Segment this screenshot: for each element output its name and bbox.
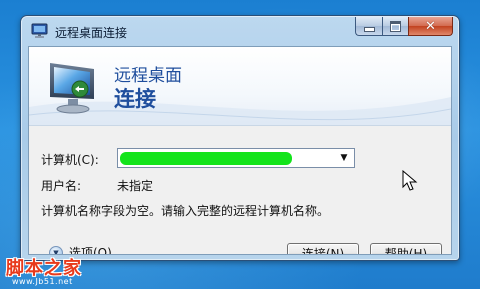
banner: 远程桌面 连接 <box>29 47 451 126</box>
site-watermark: 脚本之家 www.Jb51.net <box>6 254 96 288</box>
status-message: 计算机名称字段为空。请输入完整的远程计算机名称。 <box>41 204 330 218</box>
title-bar[interactable]: 远程桌面连接 ✕ <box>21 16 459 46</box>
computer-value-redacted <box>120 152 292 165</box>
remote-desktop-app-icon <box>31 23 48 38</box>
remote-desktop-monitor-icon <box>50 63 94 114</box>
caption-buttons: ✕ <box>355 17 453 36</box>
dialog-client-area: 远程桌面 连接 计算机(C): ▼ 用户名: 未指定 计算机名称字段为空。请输入… <box>28 46 452 255</box>
remote-desktop-window: 远程桌面连接 ✕ 远程桌面 连接 计算机(C): ▼ 用户名: 未指定 计算机名… <box>20 15 460 261</box>
close-button[interactable]: ✕ <box>408 17 453 36</box>
help-button[interactable]: 帮助(H) <box>370 243 442 254</box>
minimize-icon <box>363 26 375 32</box>
maximize-icon <box>390 20 401 32</box>
watermark-url: www.Jb51.net <box>12 277 73 286</box>
window-title: 远程桌面连接 <box>55 26 128 40</box>
connect-button[interactable]: 连接(N) <box>287 243 359 254</box>
computer-combobox[interactable]: ▼ <box>117 148 355 168</box>
minimize-button[interactable] <box>355 17 382 36</box>
close-icon: ✕ <box>425 18 436 34</box>
computer-label: 计算机(C): <box>41 153 99 167</box>
maximize-button[interactable] <box>382 17 408 36</box>
mouse-cursor-icon <box>402 170 418 191</box>
dropdown-arrow-icon[interactable]: ▼ <box>336 150 352 166</box>
banner-subtitle: 连接 <box>114 87 156 111</box>
username-label: 用户名: <box>41 179 82 193</box>
username-value: 未指定 <box>117 179 154 193</box>
